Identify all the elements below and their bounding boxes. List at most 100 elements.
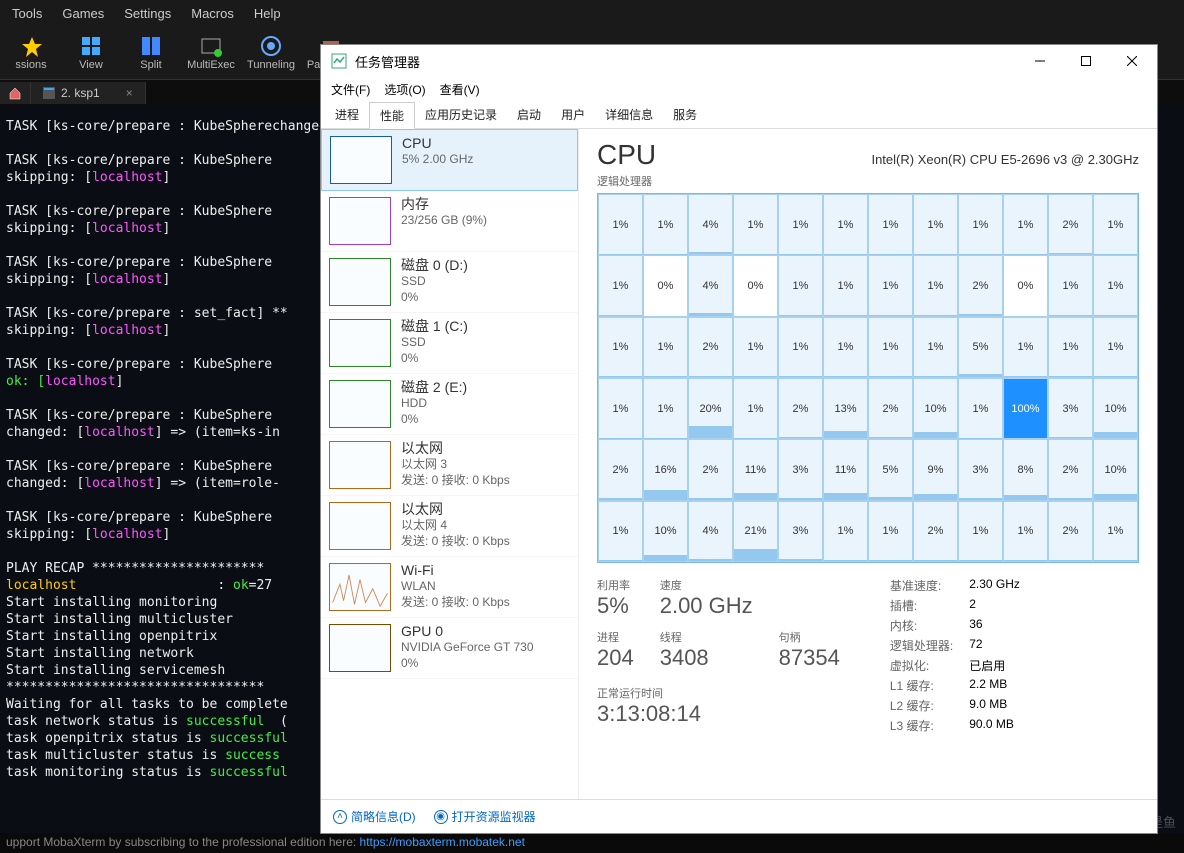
cpu-cell: 1% <box>1003 501 1048 562</box>
cpu-cell: 1% <box>733 194 778 255</box>
titlebar[interactable]: 任务管理器 <box>321 45 1157 77</box>
cpu-cell: 1% <box>778 194 823 255</box>
stat-block: 利用率5% <box>597 577 634 619</box>
home-icon <box>8 86 22 100</box>
menu-settings[interactable]: Settings <box>124 6 171 21</box>
stat-block: 句柄87354 <box>779 629 840 671</box>
tab-6[interactable]: 服务 <box>663 102 707 128</box>
split-icon <box>137 35 165 57</box>
cpu-cell: 3% <box>778 439 823 500</box>
cpu-cell: 1% <box>868 255 913 316</box>
sidebar-item-0[interactable]: CPU5% 2.00 GHz <box>321 129 578 191</box>
stat-block: 线程3408 <box>660 629 753 671</box>
fewer-details-link[interactable]: ˄ 简略信息(D) <box>333 808 416 825</box>
multi-icon <box>197 35 225 57</box>
cpu-cell: 1% <box>598 501 643 562</box>
cpu-cell: 1% <box>1048 317 1093 378</box>
tab-2[interactable]: 应用历史记录 <box>415 102 507 128</box>
stat-label: 逻辑处理器: <box>890 637 953 654</box>
moba-footer: upport MobaXterm by subscribing to the p… <box>0 833 1184 853</box>
sidebar-item-8[interactable]: GPU 0NVIDIA GeForce GT 7300% <box>321 618 578 679</box>
cpu-model: Intel(R) Xeon(R) CPU E5-2696 v3 @ 2.30GH… <box>871 152 1139 167</box>
tab-3[interactable]: 启动 <box>507 102 551 128</box>
cpu-cell: 10% <box>1093 439 1138 500</box>
uptime-value: 3:13:08:14 <box>597 701 840 727</box>
tab-1[interactable]: 性能 <box>369 102 415 129</box>
cpu-cell: 1% <box>958 194 1003 255</box>
tm-menubar: 文件(F) 选项(O) 查看(V) <box>321 77 1157 102</box>
close-icon[interactable]: × <box>126 86 133 100</box>
cpu-cell: 4% <box>688 194 733 255</box>
cpu-cell: 5% <box>868 439 913 500</box>
home-tab[interactable] <box>0 82 31 104</box>
cpu-cell: 1% <box>823 501 868 562</box>
sidebar-item-6[interactable]: 以太网以太网 4发送: 0 接收: 0 Kbps <box>321 496 578 557</box>
menu-games[interactable]: Games <box>62 6 104 21</box>
close-button[interactable] <box>1109 46 1155 76</box>
cpu-cell: 1% <box>868 501 913 562</box>
cpu-cell: 2% <box>913 501 958 562</box>
cpu-cell: 1% <box>823 317 868 378</box>
cpu-grid: 1%1%4%1%1%1%1%1%1%1%2%1%1%0%4%0%1%1%1%1%… <box>597 193 1139 563</box>
toolbar-tunneling[interactable]: Tunneling <box>246 35 296 71</box>
toolbar-multiexec[interactable]: MultiExec <box>186 35 236 71</box>
stat-value: 2.2 MB <box>969 677 1020 694</box>
cpu-cell: 1% <box>598 255 643 316</box>
maximize-button[interactable] <box>1063 46 1109 76</box>
terminal-output[interactable]: TASK [ks-core/prepare : KubeSpherechange… <box>0 108 320 828</box>
cpu-cell: 1% <box>913 255 958 316</box>
cpu-cell: 1% <box>823 194 868 255</box>
tab-5[interactable]: 详细信息 <box>595 102 663 128</box>
cpu-title: CPU <box>597 139 656 171</box>
thumb-icon <box>329 441 391 489</box>
tm-footer: ˄ 简略信息(D) ◉ 打开资源监视器 <box>321 799 1157 833</box>
session-tab[interactable]: 2. ksp1 × <box>31 82 146 104</box>
cpu-cell: 2% <box>1048 439 1093 500</box>
sidebar-item-3[interactable]: 磁盘 1 (C:)SSD0% <box>321 313 578 374</box>
cpu-cell: 2% <box>1048 501 1093 562</box>
thumb-icon <box>329 502 391 550</box>
sidebar-item-1[interactable]: 内存23/256 GB (9%) <box>321 191 578 252</box>
menu-tools[interactable]: Tools <box>12 6 42 21</box>
footer-link[interactable]: https://mobaxterm.mobatek.net <box>360 835 525 849</box>
tm-tabs: 进程性能应用历史记录启动用户详细信息服务 <box>321 102 1157 129</box>
tab-label: 2. ksp1 <box>61 86 100 100</box>
tab-0[interactable]: 进程 <box>325 102 369 128</box>
cpu-cell: 2% <box>688 317 733 378</box>
menu-view[interactable]: 查看(V) <box>440 81 480 98</box>
tm-main: CPU Intel(R) Xeon(R) CPU E5-2696 v3 @ 2.… <box>579 129 1157 799</box>
menu-help[interactable]: Help <box>254 6 281 21</box>
cpu-cell: 5% <box>958 317 1003 378</box>
menu-file[interactable]: 文件(F) <box>331 81 370 98</box>
sidebar-item-4[interactable]: 磁盘 2 (E:)HDD0% <box>321 374 578 435</box>
sidebar-item-7[interactable]: Wi-FiWLAN发送: 0 接收: 0 Kbps <box>321 557 578 618</box>
cpu-cell: 10% <box>643 501 688 562</box>
stat-block: 速度2.00 GHz <box>660 577 753 619</box>
stat-label: L3 缓存: <box>890 717 953 734</box>
cpu-stats: 利用率5% 速度2.00 GHz 进程204 线程3408 句柄87354 正常运行时… <box>597 577 1139 734</box>
stat-block: 进程204 <box>597 629 634 671</box>
cpu-cell: 1% <box>643 317 688 378</box>
cpu-cell: 21% <box>733 501 778 562</box>
cpu-cell: 20% <box>688 378 733 439</box>
terminal-icon <box>43 87 55 99</box>
thumb-icon <box>329 258 391 306</box>
menu-options[interactable]: 选项(O) <box>384 81 425 98</box>
resmon-link[interactable]: ◉ 打开资源监视器 <box>434 808 536 825</box>
cpu-cell: 2% <box>868 378 913 439</box>
sidebar-item-2[interactable]: 磁盘 0 (D:)SSD0% <box>321 252 578 313</box>
toolbar-split[interactable]: Split <box>126 35 176 71</box>
cpu-cell: 1% <box>643 194 688 255</box>
sidebar-item-5[interactable]: 以太网以太网 3发送: 0 接收: 0 Kbps <box>321 435 578 496</box>
toolbar-ssions[interactable]: ssions <box>6 35 56 71</box>
tab-4[interactable]: 用户 <box>551 102 595 128</box>
minimize-button[interactable] <box>1017 46 1063 76</box>
uptime-label: 正常运行时间 <box>597 685 840 701</box>
cpu-cell: 2% <box>958 255 1003 316</box>
toolbar-view[interactable]: View <box>66 35 116 71</box>
cpu-cell: 1% <box>823 255 868 316</box>
menu-macros[interactable]: Macros <box>191 6 234 21</box>
stat-value: 已启用 <box>969 657 1020 674</box>
stat-value: 2.30 GHz <box>969 577 1020 594</box>
cpu-cell: 2% <box>778 378 823 439</box>
